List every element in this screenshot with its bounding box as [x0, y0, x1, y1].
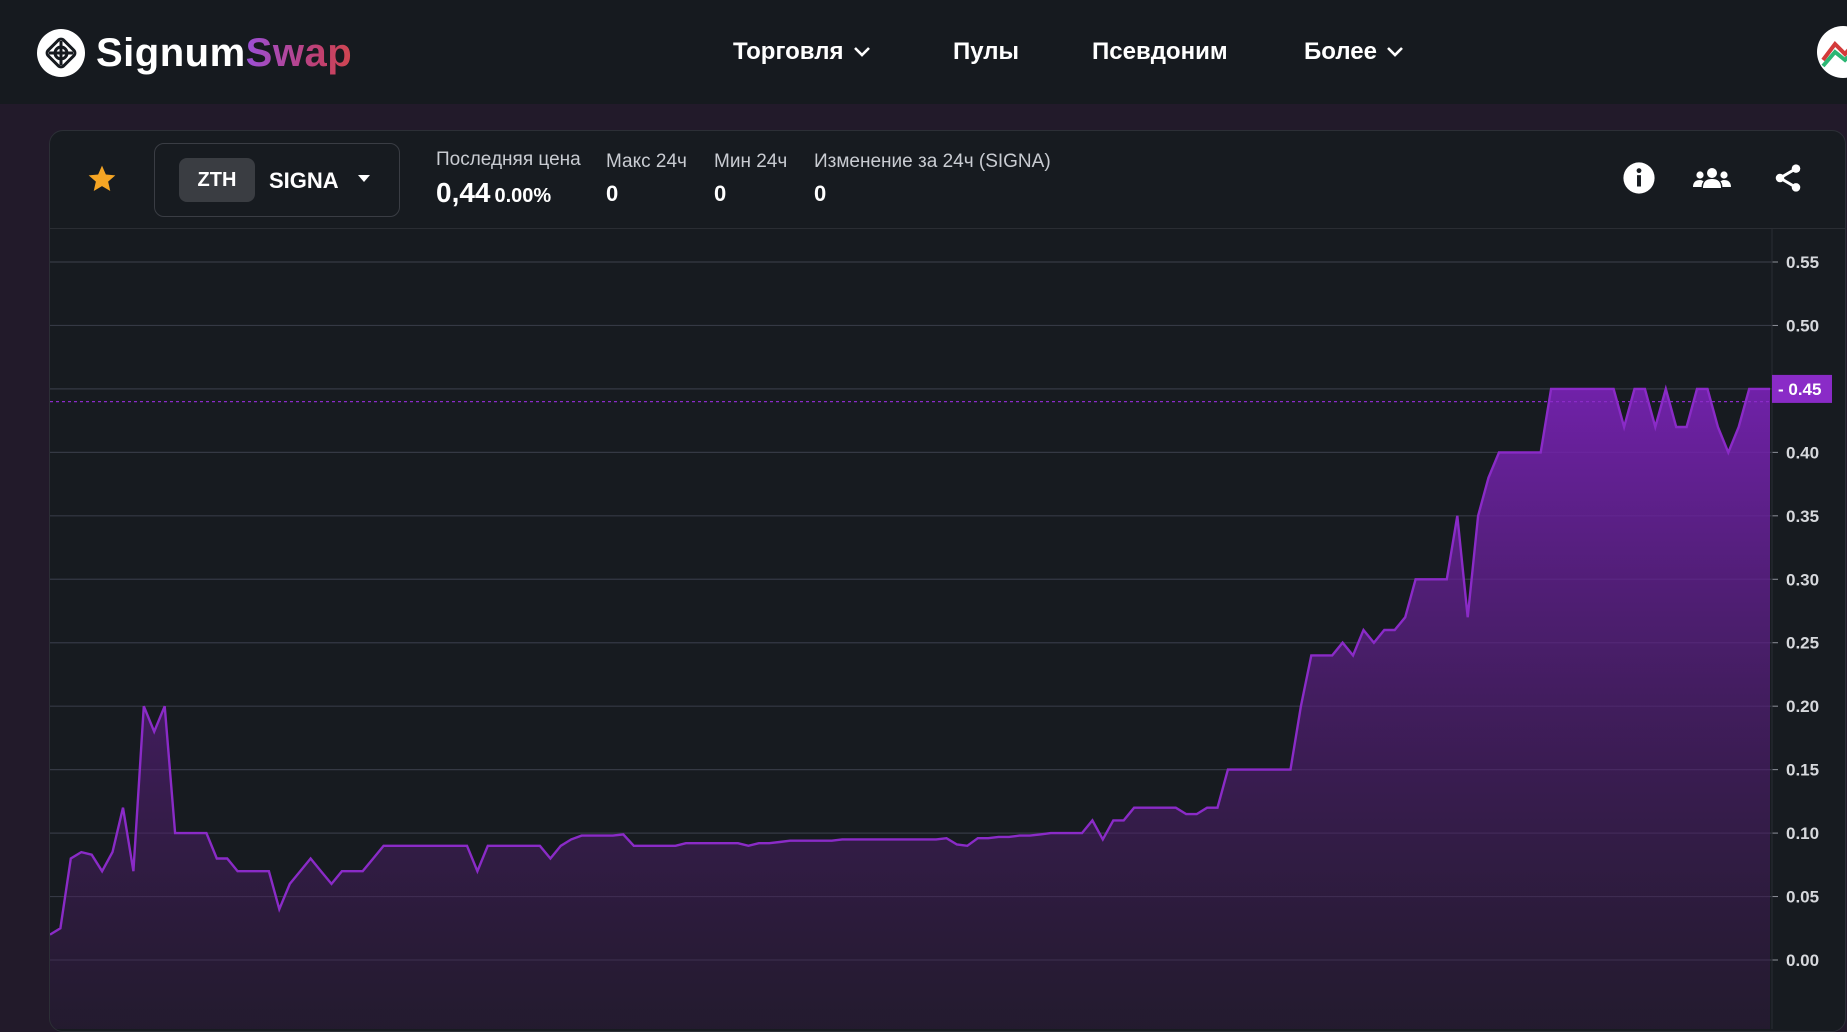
nav-more-label: Более	[1304, 38, 1377, 65]
y-tick-label: 0.55	[1786, 253, 1819, 272]
y-tick-label: 0.00	[1786, 951, 1819, 970]
nav-pools-label: Пулы	[953, 38, 1020, 65]
y-tick-label: 0.15	[1786, 761, 1819, 780]
price-area	[50, 388, 1770, 1029]
base-token-badge: ZTH	[179, 158, 255, 202]
y-tick-label: 0.05	[1786, 888, 1819, 907]
nav-trading-label: Торговля	[733, 38, 844, 65]
y-tick-label: 0.30	[1786, 570, 1819, 589]
low-24h-value: 0	[714, 181, 727, 206]
pair-selector[interactable]: ZTH SIGNA	[154, 143, 400, 217]
y-tick-label: 0.20	[1786, 697, 1819, 716]
high-24h-stat: Макс 24ч 0	[606, 151, 687, 207]
high-24h-label: Макс 24ч	[606, 151, 687, 172]
low-24h-label: Мин 24ч	[714, 151, 788, 172]
share-icon[interactable]	[1772, 161, 1804, 195]
high-24h-value: 0	[606, 181, 619, 206]
last-price-value: 0,44	[436, 177, 491, 208]
nav-trading[interactable]: Торговля	[733, 38, 872, 66]
nav-more[interactable]: Более	[1304, 38, 1405, 66]
current-price-badge-label: - 0.45	[1778, 380, 1821, 399]
users-icon[interactable]	[1692, 161, 1732, 195]
logo-text: SignumSwap	[96, 31, 353, 75]
chevron-down-icon	[1387, 47, 1403, 57]
price-chart[interactable]: 0.000.050.100.150.200.250.300.350.400.45…	[50, 229, 1845, 1029]
market-card: ZTH SIGNA Последняя цена 0,44 0.00% Макс …	[49, 130, 1846, 1032]
change-24h-value: 0	[814, 181, 827, 206]
low-24h-stat: Мин 24ч 0	[714, 151, 787, 207]
y-tick-label: 0.25	[1786, 634, 1819, 653]
y-tick-label: 0.50	[1786, 316, 1819, 335]
chevron-down-icon	[853, 47, 870, 57]
top-nav: SignumSwap Торговля Пулы Псевдоним Более	[0, 0, 1847, 104]
last-price-change: 0.00%	[494, 185, 552, 207]
y-tick-label: 0.35	[1786, 507, 1819, 526]
last-price-value-row: 0,44 0.00%	[436, 177, 581, 209]
info-icon[interactable]	[1622, 161, 1656, 195]
star-icon[interactable]	[86, 163, 118, 195]
nav-alias[interactable]: Псевдоним	[1092, 38, 1228, 66]
change-24h-stat: Изменение за 24ч (SIGNA) 0	[814, 151, 1051, 207]
change-24h-label: Изменение за 24ч (SIGNA)	[814, 151, 1051, 172]
y-tick-label: 0.40	[1786, 443, 1819, 462]
last-price-stat: Последняя цена 0,44 0.00%	[436, 149, 581, 209]
y-tick-label: 0.10	[1786, 824, 1819, 843]
quote-token-label: SIGNA	[269, 168, 339, 193]
app-logo[interactable]: SignumSwap	[36, 28, 352, 78]
market-header: ZTH SIGNA Последняя цена 0,44 0.00% Макс …	[50, 131, 1845, 229]
signum-logo-icon	[37, 29, 85, 77]
nav-alias-label: Псевдоним	[1092, 38, 1228, 65]
nav-pools[interactable]: Пулы	[953, 38, 1019, 66]
last-price-label: Последняя цена	[436, 149, 581, 170]
caret-down-icon	[358, 175, 370, 182]
wallet-avatar-icon[interactable]	[1817, 26, 1847, 78]
